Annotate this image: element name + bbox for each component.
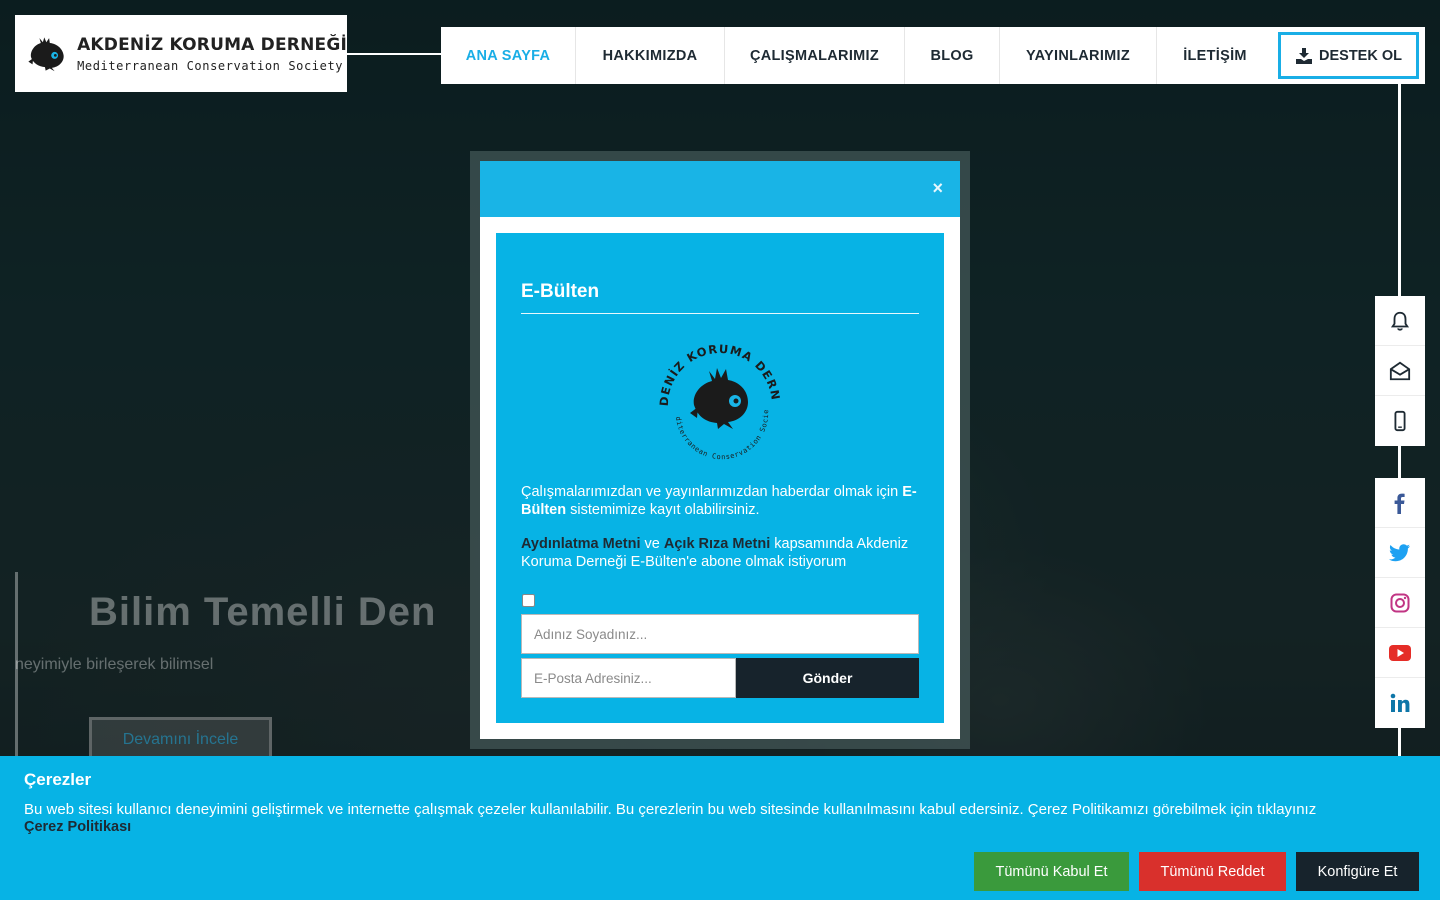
nav-item-publications[interactable]: YAYINLARIMIZ [1000,27,1157,84]
phone-button[interactable] [1375,396,1425,446]
twitter-icon [1389,543,1411,561]
intro-text-end: sistemimize kayıt olabilirsiniz. [566,502,760,518]
hero-subtitle: neyimiyle birleşerek bilimsel [15,656,214,673]
modal-header: × [480,161,960,217]
email-button[interactable] [1375,346,1425,396]
youtube-icon [1389,644,1411,661]
cookie-policy-link[interactable]: Çerez Politikası [24,819,131,835]
nav-item-about[interactable]: HAKKIMIZDA [576,27,725,84]
fish-logo-icon [28,36,64,71]
newsletter-intro: Çalışmalarımızdan ve yayınlarımızdan hab… [521,483,919,519]
notification-button[interactable] [1375,296,1425,346]
brand-subtitle: Mediterranean Conservation Society [77,58,344,73]
bell-icon [1390,311,1410,331]
privacy-notice-link[interactable]: Aydınlatma Metni [521,536,641,552]
consent-and: ve [640,536,664,552]
consent-checkbox[interactable] [522,594,535,607]
newsletter-modal: × E-Bülten AKDENİZ KORUMA DERNEĞİ Medite… [480,161,960,739]
site-logo[interactable]: AKDENİZ KORUMA DERNEĞİ Mediterranean Con… [15,15,347,92]
mobile-phone-icon [1394,410,1406,432]
nav-item-blog[interactable]: BLOG [905,27,1000,84]
consent-text: Aydınlatma Metni ve Açık Rıza Metni kaps… [521,535,919,571]
youtube-link[interactable] [1375,628,1425,678]
society-badge-logo: AKDENİZ KORUMA DERNEĞİ Mediterranean Con… [646,329,782,461]
facebook-icon [1394,493,1405,514]
facebook-link[interactable] [1375,478,1425,528]
support-button[interactable]: DESTEK OL [1278,32,1419,79]
submit-button[interactable]: Gönder [736,658,919,698]
hand-donate-icon [1296,47,1312,64]
side-contact-bar [1375,296,1425,446]
configure-button[interactable]: Konfigüre Et [1296,852,1419,891]
intro-text-start: Çalışmalarımızdan ve yayınlarımızdan hab… [521,484,903,500]
support-button-label: DESTEK OL [1319,47,1402,64]
linkedin-link[interactable] [1375,678,1425,728]
newsletter-panel: E-Bülten AKDENİZ KORUMA DERNEĞİ Mediterr… [496,233,944,723]
email-input[interactable]: E-Posta Adresiniz... [521,658,736,698]
accept-all-button[interactable]: Tümünü Kabul Et [974,852,1129,891]
explicit-consent-link[interactable]: Açık Rıza Metni [664,536,770,552]
nav-item-contact[interactable]: İLETİŞİM [1157,27,1273,84]
cookie-text: Bu web sitesi kullanıcı deneyimini geliş… [24,801,1317,818]
modal-close-button[interactable]: × [932,179,943,197]
linkedin-icon [1390,693,1410,712]
cookie-banner: Çerezler Bu web sitesi kullanıcı deneyim… [0,756,1440,900]
nav-item-home[interactable]: ANA SAYFA [441,27,576,84]
brand-name: AKDENİZ KORUMA DERNEĞİ [77,34,347,55]
hero-title: Bilim Temelli Den [89,590,437,634]
instagram-icon [1390,593,1410,612]
instagram-link[interactable] [1375,578,1425,628]
reject-all-button[interactable]: Tümünü Reddet [1139,852,1286,891]
name-input[interactable]: Adınız Soyadınız... [521,614,919,654]
nav-item-works[interactable]: ÇALIŞMALARIMIZ [725,27,905,84]
title-divider [521,313,919,314]
newsletter-title: E-Bülten [521,281,600,302]
twitter-link[interactable] [1375,528,1425,578]
header-connector-line [347,53,441,55]
envelope-open-icon [1389,361,1411,380]
side-social-bar [1375,478,1425,728]
main-navigation: ANA SAYFA HAKKIMIZDA ÇALIŞMALARIMIZ BLOG… [441,27,1425,84]
cookie-title: Çerezler [24,770,92,789]
fish-icon [690,368,748,429]
